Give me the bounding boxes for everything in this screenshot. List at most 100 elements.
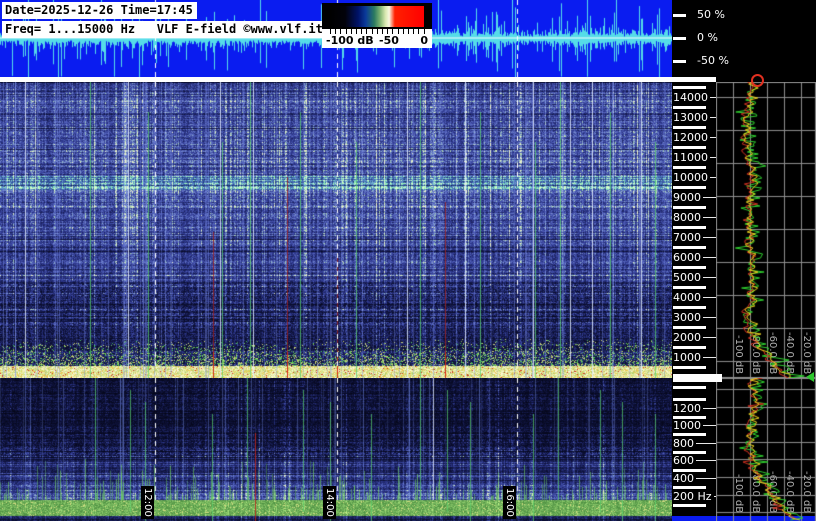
freq-axis-row: 9000	[673, 191, 716, 203]
freq-axis-label: 7000	[673, 230, 701, 244]
freq-axis-line	[703, 356, 716, 358]
freq-axis-label: 11000	[673, 150, 708, 164]
freq-axis-tick	[673, 451, 706, 454]
freq-axis-tick	[673, 469, 706, 472]
colorbar-frame	[322, 3, 432, 29]
freq-axis-label: 6000	[673, 250, 701, 264]
freq-axis-label: 5000	[673, 270, 701, 284]
freq-axis-tick	[673, 266, 706, 269]
freq-axis-row: 10000	[673, 171, 716, 183]
freq-axis-line	[703, 336, 716, 338]
colorbar-legend: -100 dB -50 0	[322, 3, 432, 48]
colorbar-label-max: 0	[420, 34, 428, 47]
freq-axis-label: 8000	[673, 210, 701, 224]
freq-range-readout: Freq= 1...15000 Hz VLF E-field ©www.vlf.…	[2, 21, 327, 38]
freq-axis-line	[703, 276, 716, 278]
freq-axis-row: 400	[673, 472, 716, 484]
freq-axis-tick	[673, 346, 706, 349]
freq-axis-row: 5000	[673, 271, 716, 283]
freq-axis-tick	[673, 386, 706, 389]
freq-axis-line	[703, 216, 716, 218]
freq-axis-row: 12000	[673, 131, 716, 143]
divider-strip	[0, 77, 716, 82]
freq-axis-line	[696, 442, 716, 444]
freq-axis-tick	[673, 433, 706, 436]
freq-axis-row: 7000	[673, 231, 716, 243]
freq-axis-line	[703, 296, 716, 298]
freq-axis-tick	[673, 486, 706, 489]
freq-axis-tick	[673, 146, 706, 149]
date-time-readout: Date=2025-12-26 Time=17:45	[2, 2, 197, 19]
freq-axis-tick	[673, 306, 706, 309]
freq-axis-row: 3000	[673, 311, 716, 323]
freq-axis-row: 600	[673, 455, 716, 467]
freq-axis-row: 6000	[673, 251, 716, 263]
amplitude-label: 50 %	[697, 8, 725, 21]
freq-axis-tick	[673, 416, 706, 419]
freq-axis-line	[703, 196, 716, 198]
low-freq-spectrogram	[0, 378, 672, 521]
freq-axis-row: 8000	[673, 211, 716, 223]
freq-axis-line	[696, 460, 716, 462]
colorbar-scale: -100 dB -50 0	[322, 29, 432, 48]
amplitude-tick	[673, 37, 686, 40]
freq-axis-label: 10000	[673, 170, 708, 184]
freq-axis-row: 14000	[673, 91, 716, 103]
colorbar-label-min: -100 dB	[326, 34, 374, 47]
freq-axis-row: 800	[673, 437, 716, 449]
freq-axis-line	[703, 316, 716, 318]
freq-axis-row: 2000	[673, 331, 716, 343]
cursor-arrow-icon	[806, 372, 814, 382]
low-freq-frequency-axis: 1200 1000 800 600 400 200 Hz	[672, 378, 716, 521]
freq-axis-row: 4000	[673, 291, 716, 303]
freq-axis-label: 2000	[673, 330, 701, 344]
vlf-monitor-screen: 50 % 0 % -50 % Date=2025-12-26 Time=17:45 …	[0, 0, 816, 521]
amplitude-tick	[673, 60, 686, 63]
main-frequency-axis: 14000 13000 12000 11000 10000 9000 8000 7000 600…	[672, 82, 716, 378]
freq-axis-line	[703, 236, 716, 238]
main-spectrogram	[0, 82, 672, 378]
freq-axis-label: 600	[673, 454, 694, 468]
freq-axis-label: 200 Hz	[673, 489, 712, 503]
main-spectrum-plot	[716, 82, 816, 378]
freq-axis-tick	[673, 126, 706, 129]
freq-axis-tick	[673, 206, 706, 209]
freq-axis-label: 400	[673, 471, 694, 485]
freq-axis-tick	[673, 504, 706, 507]
freq-axis-row: 13000	[673, 111, 716, 123]
freq-axis-row: 200 Hz	[673, 490, 716, 502]
freq-axis-tick	[673, 398, 706, 401]
freq-axis-tick	[673, 286, 706, 289]
low-freq-spectrum-plot	[716, 378, 816, 521]
freq-axis-line	[703, 256, 716, 258]
freq-axis-label: 9000	[673, 190, 701, 204]
freq-axis-tick	[673, 166, 706, 169]
freq-axis-tick	[673, 326, 706, 329]
axis-corner-block	[673, 374, 722, 382]
freq-axis-label: 800	[673, 436, 694, 450]
freq-axis-line	[696, 477, 716, 479]
amplitude-tick	[673, 14, 686, 17]
freq-axis-row: 1000	[673, 351, 716, 363]
colorbar-labels: -100 dB -50 0	[322, 34, 432, 48]
freq-axis-label: 14000	[673, 90, 708, 104]
freq-axis-tick	[673, 246, 706, 249]
freq-axis-label: 3000	[673, 310, 701, 324]
freq-axis-tick	[673, 186, 706, 189]
freq-axis-label: 4000	[673, 290, 701, 304]
amplitude-label: -50 %	[697, 54, 729, 67]
freq-axis-line	[703, 425, 716, 427]
peak-marker-circle-icon	[751, 74, 764, 87]
freq-axis-label: 13000	[673, 110, 708, 124]
freq-axis-tick	[673, 106, 706, 109]
freq-axis-row: 1000	[673, 420, 716, 432]
freq-axis-label: 12000	[673, 130, 708, 144]
freq-axis-tick	[673, 86, 706, 89]
colorbar-label-mid: -50	[379, 34, 399, 47]
freq-axis-label: 1000	[673, 419, 701, 433]
freq-axis-line	[703, 407, 716, 409]
freq-axis-row: 1200	[673, 402, 716, 414]
amplitude-scale: 50 % 0 % -50 %	[672, 0, 816, 77]
freq-axis-label: 1000	[673, 350, 701, 364]
colorbar-gradient	[330, 6, 424, 27]
